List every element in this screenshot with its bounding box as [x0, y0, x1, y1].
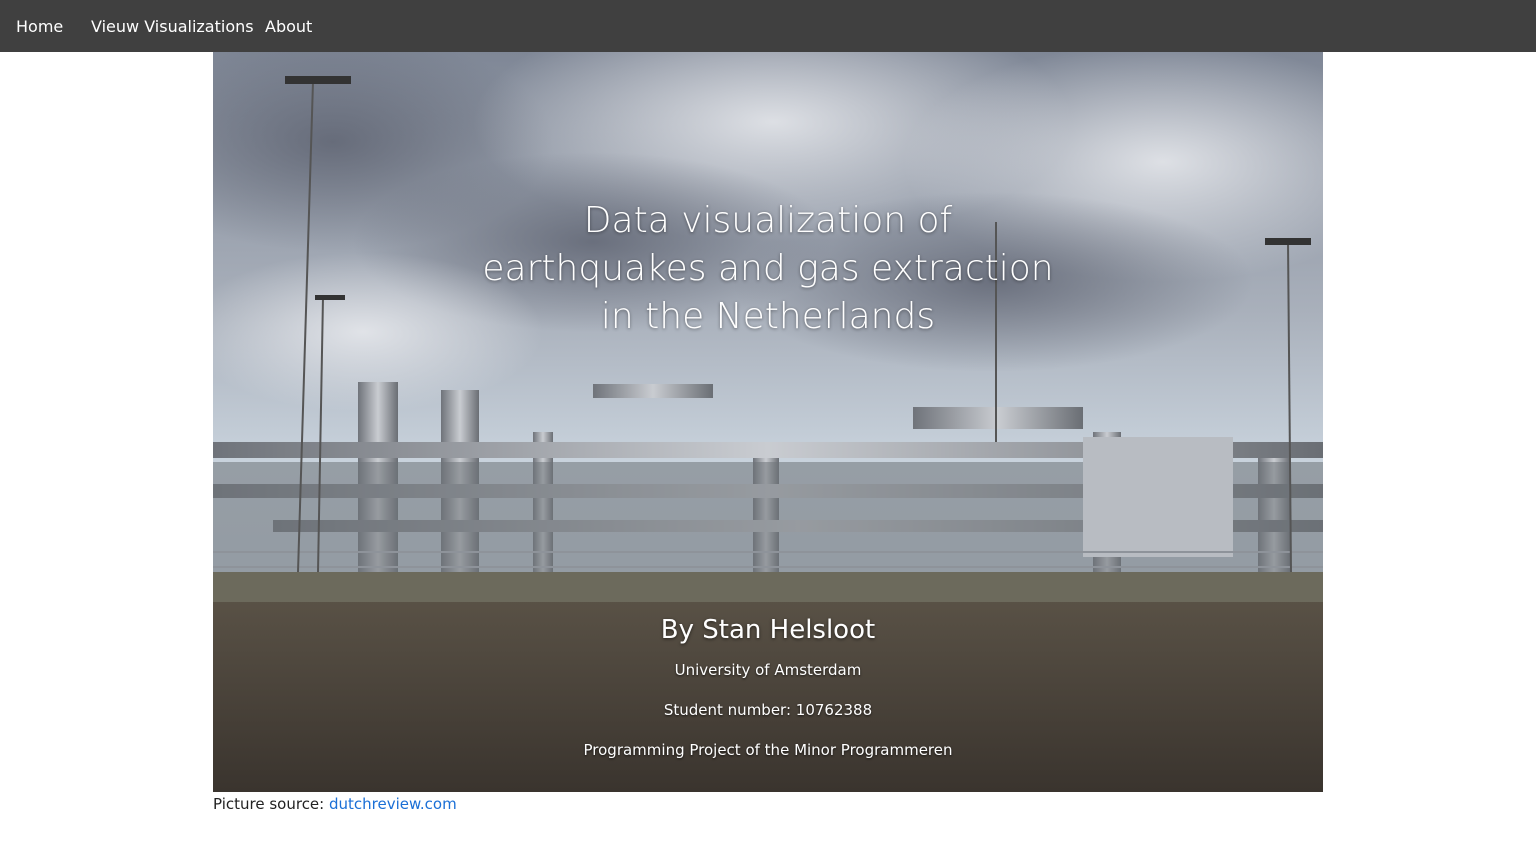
nav-home-link[interactable]: Home — [16, 17, 63, 36]
student-number-text: Student number: 10762388 — [663, 701, 873, 719]
university-text: University of Amsterdam — [674, 661, 862, 679]
hero-title-line-3: in the Netherlands — [600, 296, 936, 337]
project-text: Programming Project of the Minor Program… — [583, 741, 953, 759]
picture-source-link[interactable]: dutchreview.com — [329, 795, 457, 813]
nav-visualizations-link[interactable]: Vieuw Visualizations — [91, 17, 254, 36]
picture-source-label: Picture source: — [213, 795, 325, 813]
hero-title-line-2: earthquakes and gas extraction — [482, 248, 1054, 289]
nav-about-link[interactable]: About — [265, 17, 312, 36]
picture-source: Picture source: dutchreview.com — [213, 795, 457, 813]
top-navbar: Home Vieuw Visualizations About — [0, 0, 1536, 52]
author-name: By Stan Helsloot — [660, 615, 876, 645]
hero-title-line-1: Data visualization of — [583, 200, 953, 241]
hero-background-image — [213, 52, 1323, 792]
hero-title: Data visualization of earthquakes and ga… — [468, 197, 1068, 341]
hero-banner: Data visualization of earthquakes and ga… — [213, 52, 1323, 792]
